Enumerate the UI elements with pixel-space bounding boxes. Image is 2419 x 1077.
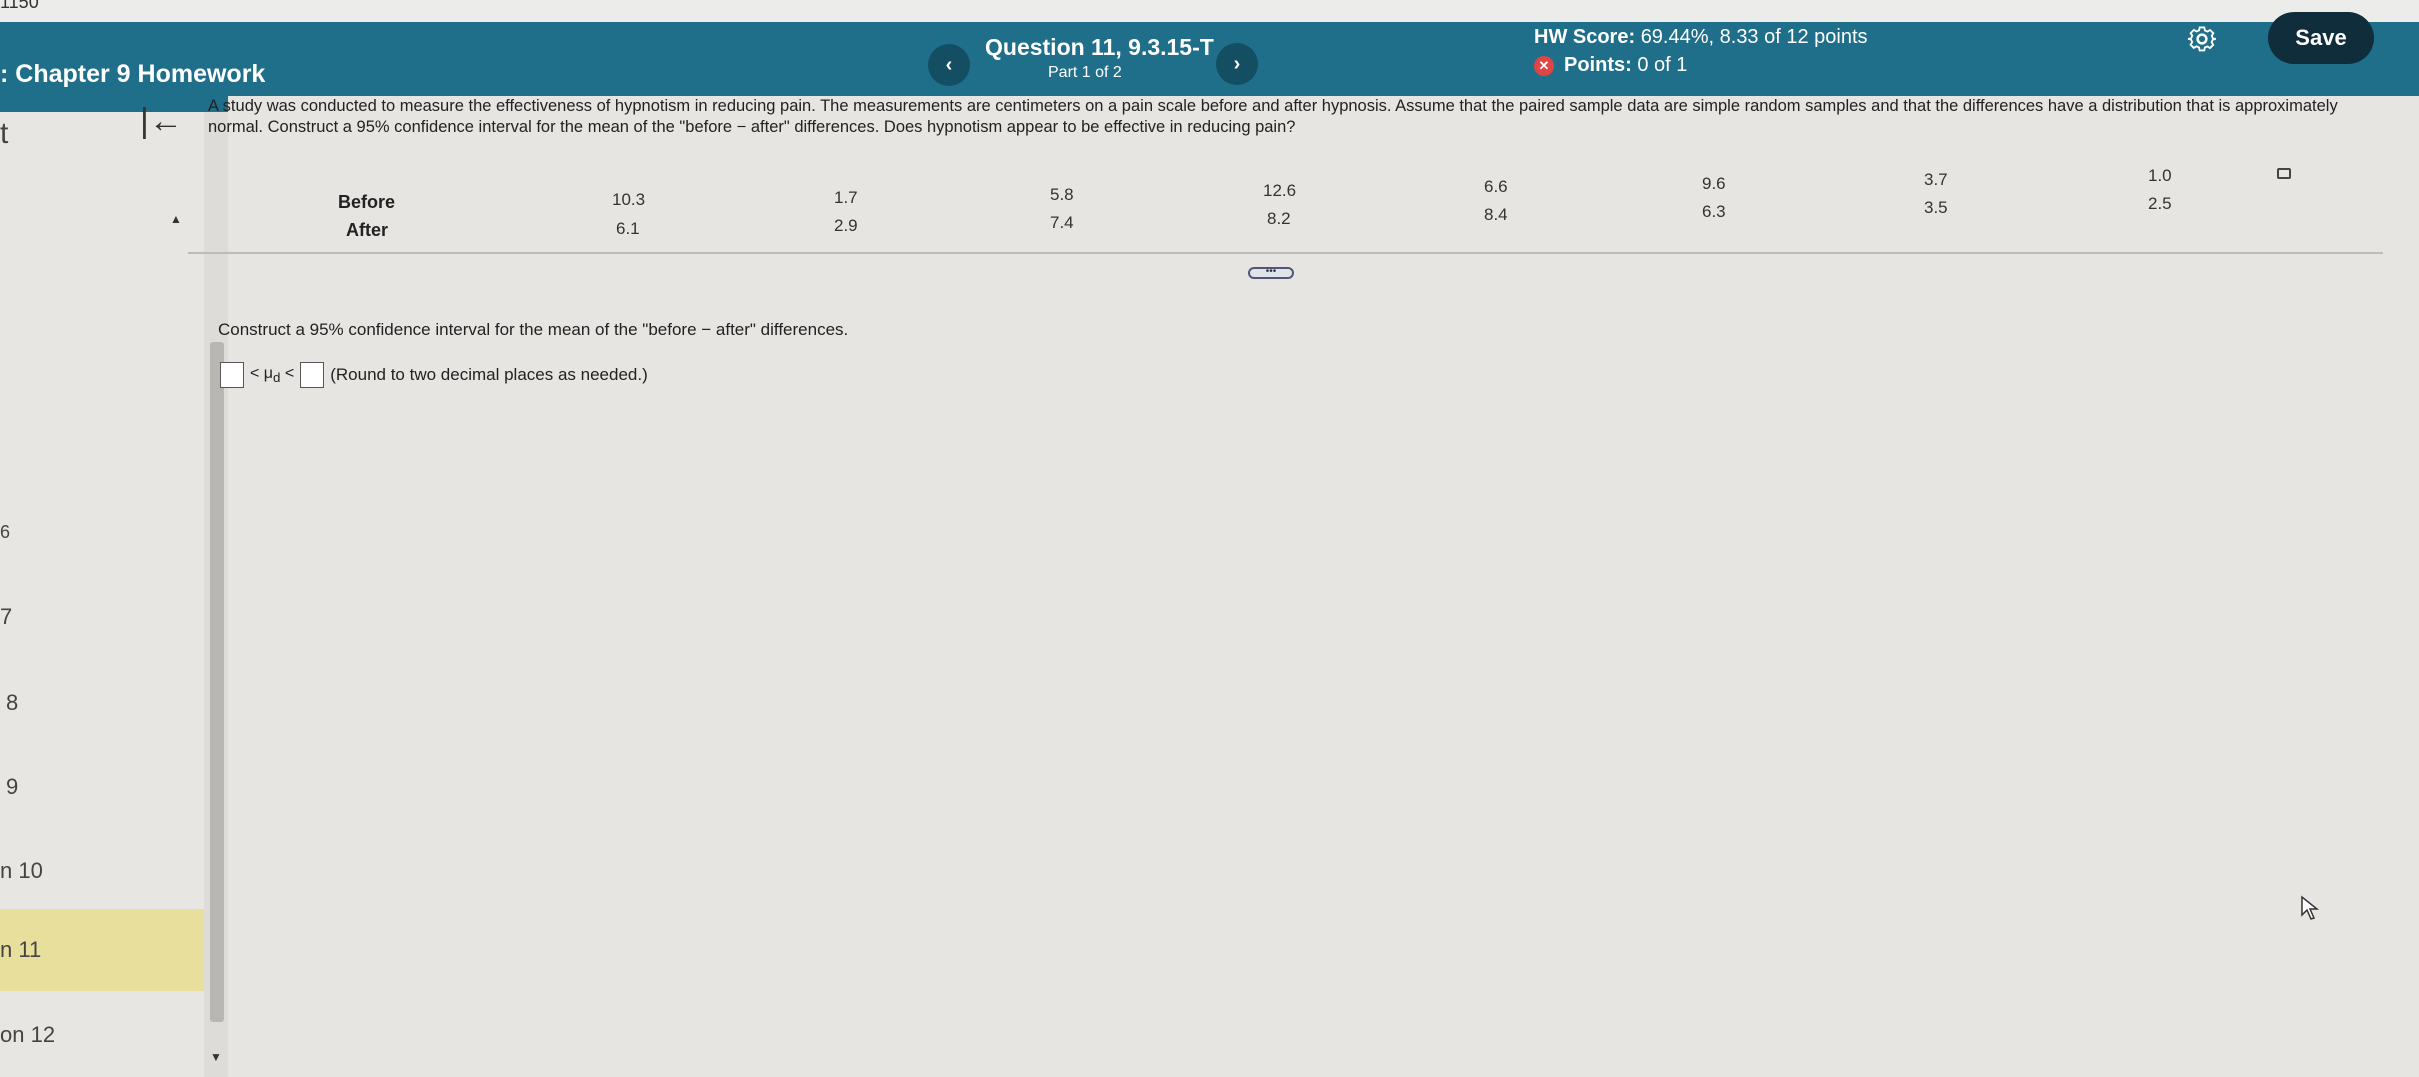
previous-question-button[interactable]: ‹ (928, 44, 970, 86)
next-question-button[interactable]: › (1216, 43, 1258, 85)
sidebar-item-9[interactable]: 9 (6, 774, 18, 800)
table-cell: 1.0 (2148, 166, 2172, 185)
sidebar-item-8[interactable]: 8 (6, 690, 18, 716)
table-row-label-before: Before (338, 192, 396, 212)
mu-subscript: d (273, 370, 281, 386)
question-part: Part 1 of 2 (1048, 64, 1122, 81)
table-row-label-after: After (346, 220, 389, 240)
save-button[interactable]: Save (2268, 12, 2374, 64)
chevron-left-icon: ‹ (945, 53, 953, 76)
table-cell: 10.3 (612, 190, 646, 209)
sidebar-item-11[interactable]: n 11 (0, 909, 204, 991)
chevron-right-icon: › (1233, 52, 1241, 75)
table-cell: 6.6 (1484, 177, 1508, 196)
table-cell: 5.8 (1050, 185, 1074, 204)
table-cell: 8.2 (1267, 209, 1291, 228)
table-cell: 9.6 (1702, 174, 1726, 193)
sidebar-scrollbar[interactable] (204, 112, 228, 1077)
question-sidebar: t 6 7 8 9 n 10 n 11 on 12 (0, 112, 204, 1077)
table-cell: 6.3 (1702, 202, 1726, 221)
rounding-note: (Round to two decimal places as needed.) (330, 365, 648, 384)
hw-score: HW Score: 69.44%, 8.33 of 12 points (1534, 26, 1868, 49)
points-label: Points: (1564, 54, 1632, 76)
sidebar-item-6[interactable]: 6 (0, 522, 10, 543)
hw-score-label: HW Score: (1534, 26, 1636, 48)
copy-data-icon[interactable] (2277, 168, 2291, 179)
table-cell: 3.7 (1924, 170, 1948, 189)
sidebar-item-label: n 11 (0, 937, 42, 962)
table-cell: 7.4 (1050, 213, 1074, 232)
table-cell: 3.5 (1924, 198, 1948, 217)
less-than-symbol: < (284, 364, 295, 382)
mu-symbol: μ (263, 364, 274, 382)
sidebar-item-12[interactable]: on 12 (0, 1022, 55, 1048)
scroll-down-arrow-icon[interactable]: ▼ (210, 1050, 222, 1064)
problem-statement: A study was conducted to measure the eff… (208, 97, 2338, 136)
assignment-title[interactable]: : Chapter 9 Homework (0, 60, 265, 89)
mouse-cursor-icon (2301, 895, 2320, 920)
table-cell: 2.9 (834, 216, 858, 235)
points-value: 0 of 1 (1637, 54, 1688, 76)
sidebar-item-partial[interactable]: t (0, 117, 8, 151)
scroll-up-arrow-icon[interactable]: ▲ (170, 212, 182, 226)
question-panel (228, 96, 2419, 1077)
scrollbar-thumb[interactable] (210, 342, 224, 1022)
table-cell: 1.7 (834, 188, 858, 207)
expand-more-button[interactable]: ••• (1248, 267, 1294, 279)
section-divider (188, 252, 2383, 254)
table-cell: 6.1 (616, 219, 640, 238)
table-cell: 2.5 (2148, 194, 2172, 213)
hw-score-value: 69.44%, 8.33 of 12 points (1640, 26, 1868, 48)
sidebar-item-7[interactable]: 7 (0, 604, 12, 630)
top-partial-text: 1150 (0, 0, 39, 12)
answer-row: < μd < (Round to two decimal places as n… (220, 362, 648, 388)
lower-bound-input[interactable] (220, 362, 244, 388)
question-prompt: Construct a 95% confidence interval for … (218, 320, 849, 339)
table-cell: 12.6 (1263, 181, 1297, 200)
table-cell: 8.4 (1484, 205, 1508, 224)
x-circle-icon: ✕ (1534, 55, 1554, 76)
question-title: Question 11, 9.3.15-T (985, 34, 1214, 60)
sidebar-item-10[interactable]: n 10 (0, 858, 43, 884)
points-status: ✕ Points: 0 of 1 (1534, 54, 1687, 77)
gear-icon[interactable] (2187, 24, 2217, 54)
less-than-symbol: < (250, 364, 260, 382)
upper-bound-input[interactable] (300, 362, 325, 388)
mu-expression: < μd < (250, 365, 294, 385)
collapse-sidebar-icon[interactable]: |← (140, 102, 183, 141)
